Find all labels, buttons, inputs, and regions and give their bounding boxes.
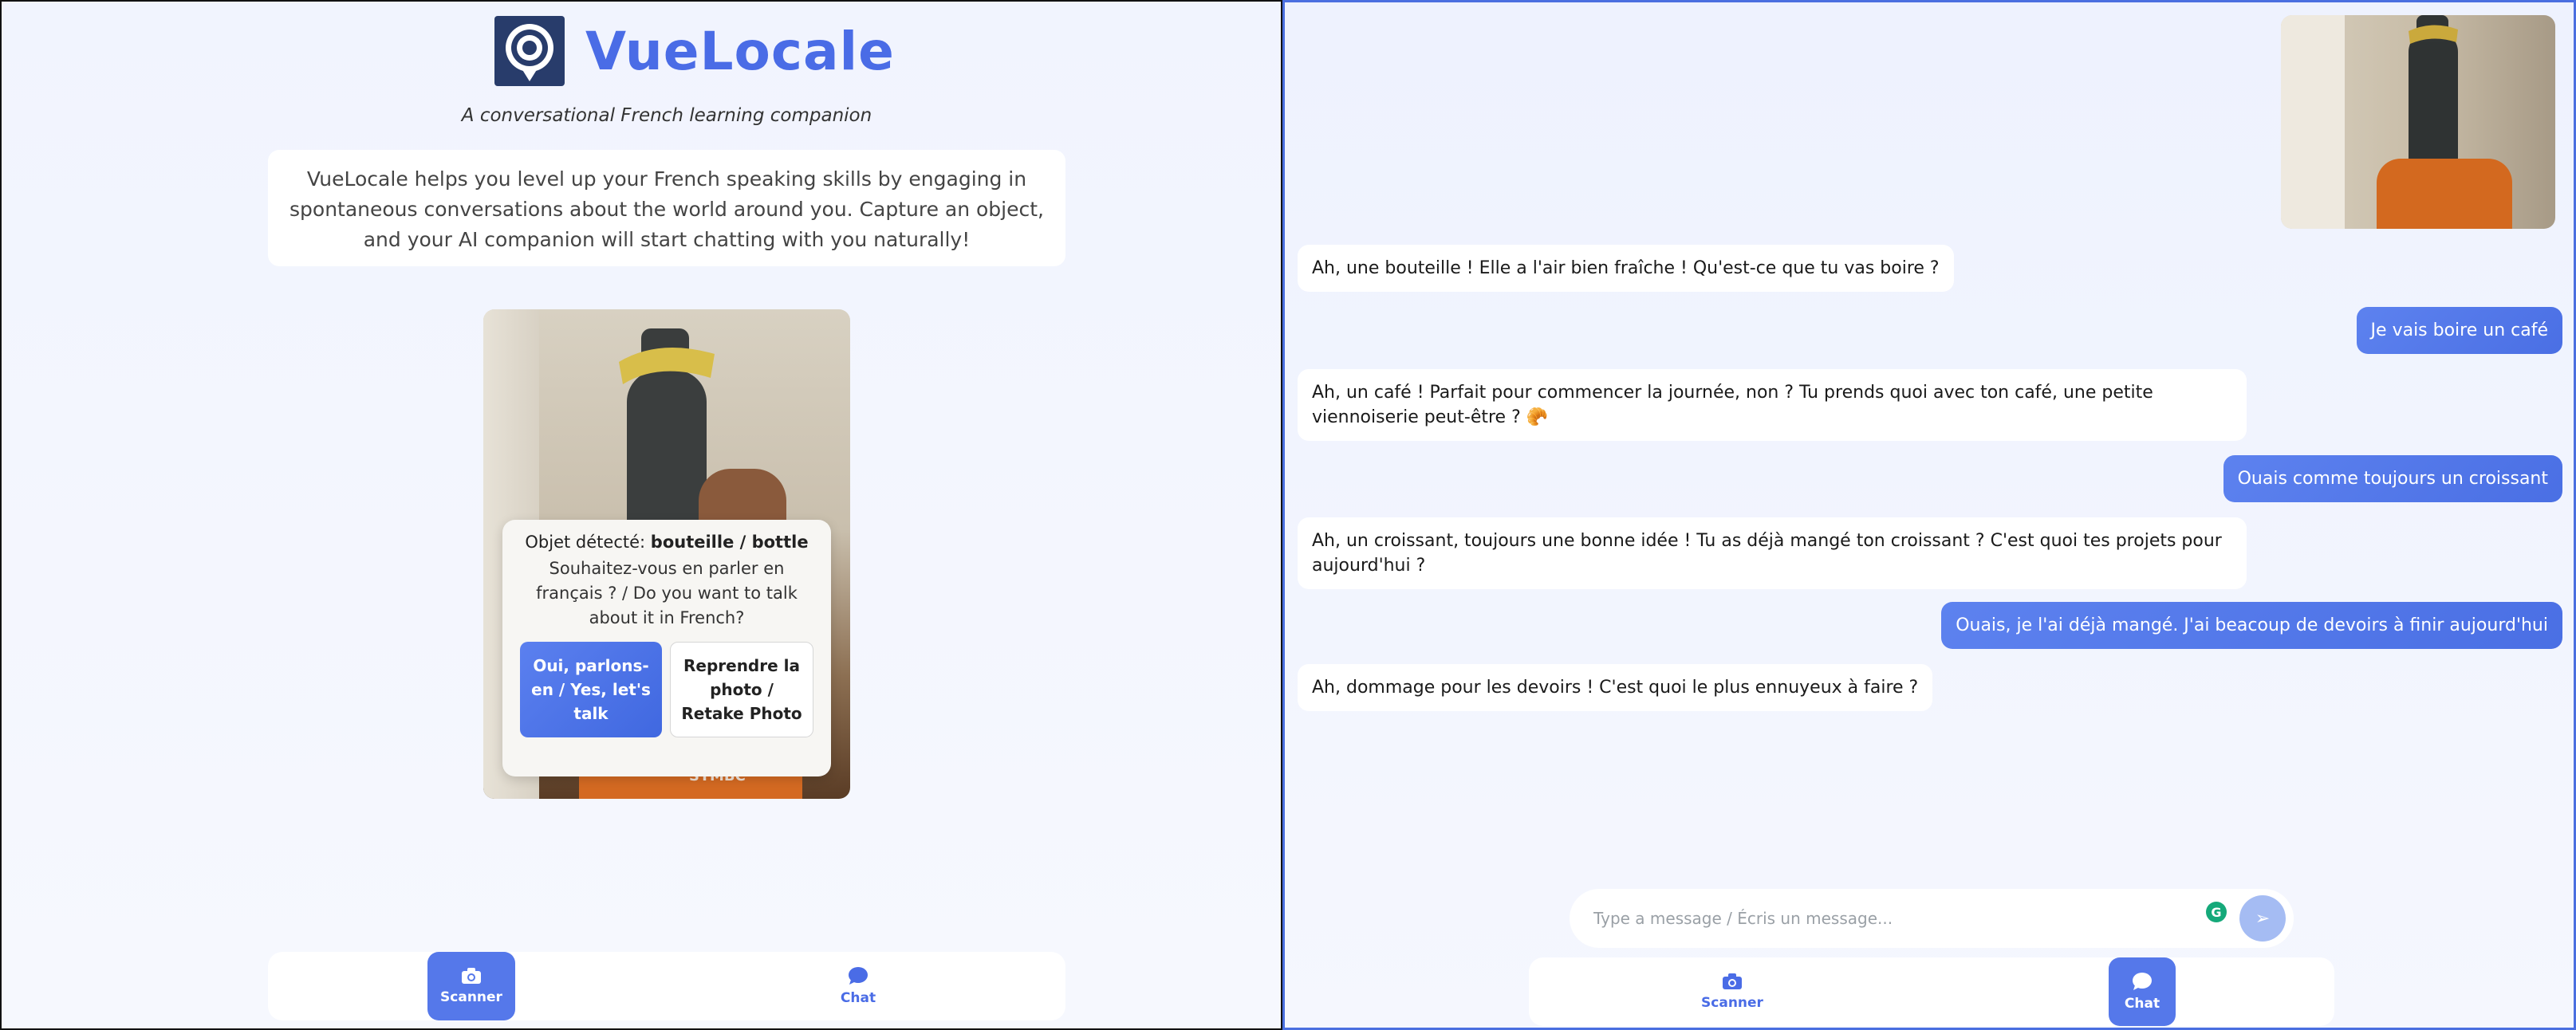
nav-scanner-label: Scanner bbox=[440, 989, 502, 1005]
camera-icon bbox=[462, 968, 481, 984]
send-button[interactable]: ➢ bbox=[2239, 895, 2286, 942]
scanner-pane: VueLocale A conversational French learni… bbox=[0, 0, 1282, 1030]
brand-header: VueLocale bbox=[494, 14, 895, 88]
detected-prefix: Objet détecté: bbox=[525, 533, 651, 552]
chat-pane: Ah, une bouteille ! Elle a l'air bien fr… bbox=[1282, 0, 2576, 1030]
bottom-nav: Scanner Chat bbox=[268, 952, 1065, 1020]
object-detected-dialog: Objet détecté: bouteille / bottle Souhai… bbox=[502, 520, 831, 776]
message-input[interactable] bbox=[1593, 903, 2200, 934]
bottom-nav: Scanner Chat bbox=[1529, 957, 2334, 1026]
chat-bubble-icon bbox=[849, 967, 868, 985]
app-name: VueLocale bbox=[585, 20, 895, 82]
thumb-door bbox=[2281, 15, 2345, 229]
chat-message-bot: Ah, dommage pour les devoirs ! C'est quo… bbox=[1298, 664, 1933, 711]
target-pin-icon bbox=[506, 24, 553, 81]
chat-message-bot: Ah, un café ! Parfait pour commencer la … bbox=[1298, 369, 2247, 441]
chat-message-user: Ouais comme toujours un croissant bbox=[2223, 455, 2562, 502]
camera-icon bbox=[1723, 973, 1742, 989]
chat-message-user: Ouais, je l'ai déjà mangé. J'ai beacoup … bbox=[1941, 602, 2562, 649]
chat-bubble-icon bbox=[2133, 973, 2152, 990]
app-logo bbox=[494, 16, 565, 86]
nav-chat-label: Chat bbox=[2124, 996, 2160, 1012]
chat-message-bot: Ah, une bouteille ! Elle a l'air bien fr… bbox=[1298, 245, 1954, 292]
nav-scanner-label: Scanner bbox=[1701, 995, 1763, 1011]
detected-label: Objet détecté: bouteille / bottle bbox=[520, 533, 813, 552]
nav-scanner[interactable]: Scanner bbox=[1688, 957, 1776, 1026]
thumb-shirt bbox=[2377, 159, 2512, 229]
detected-question: Souhaitez-vous en parler en français ? /… bbox=[536, 559, 798, 627]
captured-photo-thumbnail[interactable] bbox=[2281, 15, 2555, 229]
chat-message-user: Je vais boire un café bbox=[2356, 307, 2562, 354]
grammarly-icon[interactable]: G bbox=[2206, 902, 2227, 922]
retake-photo-button[interactable]: Reprendre la photo / Retake Photo bbox=[670, 642, 813, 737]
intro-card: VueLocale helps you level up your French… bbox=[268, 150, 1065, 266]
chat-message-bot: Ah, un croissant, toujours une bonne idé… bbox=[1298, 517, 2247, 589]
nav-scanner[interactable]: Scanner bbox=[427, 952, 515, 1020]
tagline: A conversational French learning compani… bbox=[461, 105, 872, 126]
nav-chat-label: Chat bbox=[840, 990, 876, 1006]
dialog-actions: Oui, parlons-en / Yes, let's talk Repren… bbox=[520, 642, 813, 737]
confirm-talk-button[interactable]: Oui, parlons-en / Yes, let's talk bbox=[520, 642, 662, 737]
detected-object: bouteille / bottle bbox=[650, 533, 809, 552]
message-composer: G ➢ bbox=[1570, 889, 2294, 948]
nav-chat[interactable]: Chat bbox=[814, 952, 902, 1020]
nav-chat[interactable]: Chat bbox=[2109, 957, 2176, 1026]
